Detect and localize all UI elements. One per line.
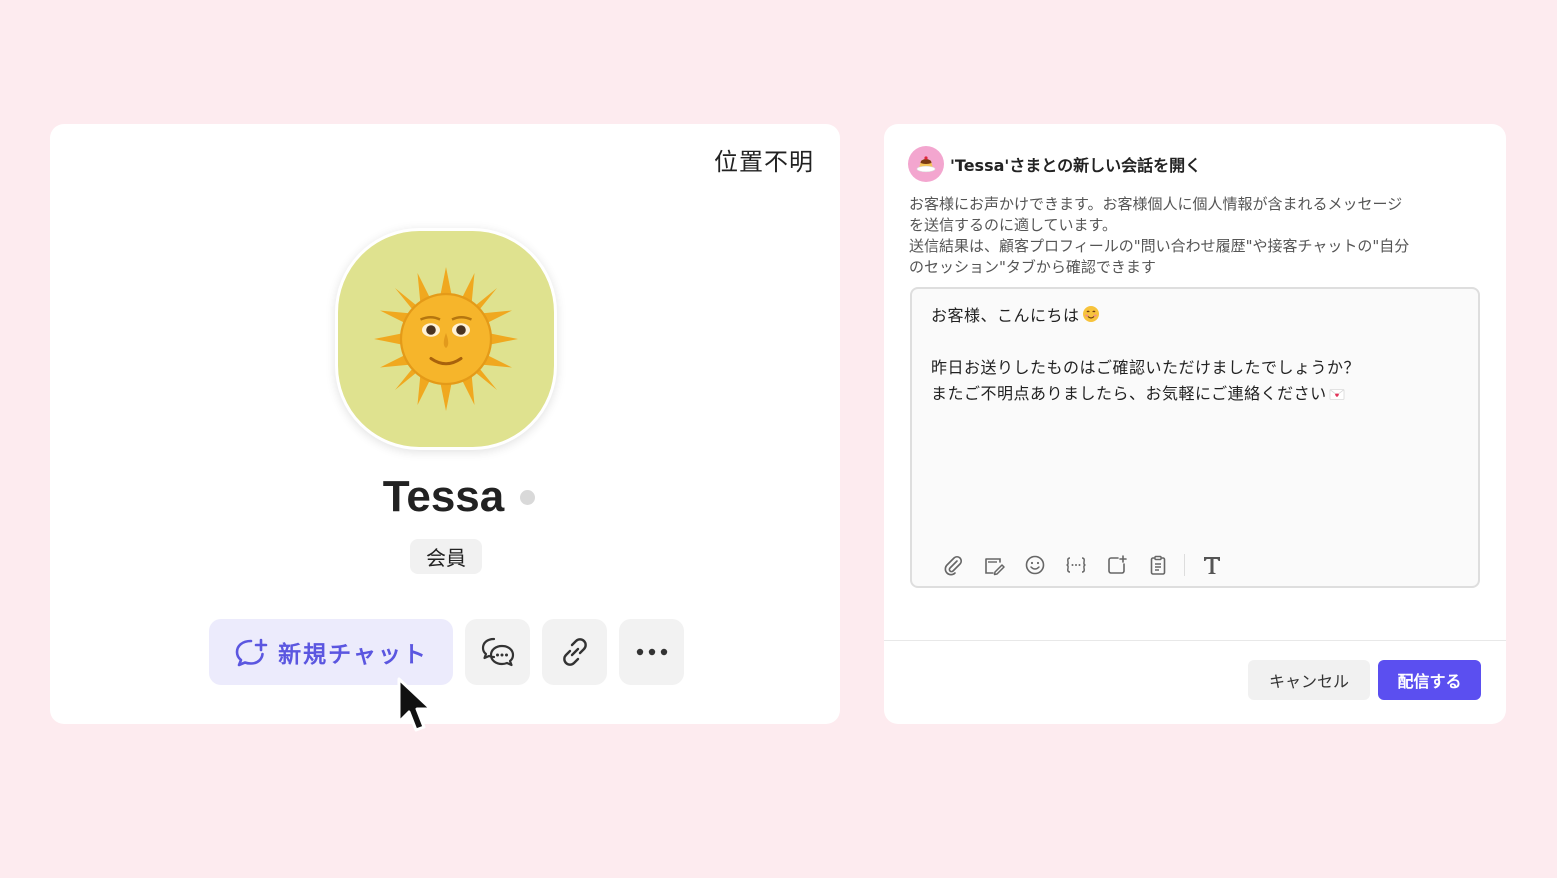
dialog-description: お客様にお声かけできます。お客様個人に個人情報が含まれるメッセージ を送信するの… — [909, 194, 1484, 278]
avatar — [335, 228, 557, 450]
description-line: を送信するのに適しています。 — [909, 216, 1118, 234]
customer-name: Tessa — [382, 472, 505, 521]
copy-link-button[interactable] — [542, 619, 607, 685]
add-image-button[interactable] — [1096, 553, 1137, 577]
variable-icon — [1065, 557, 1086, 573]
add-image-icon — [1107, 555, 1127, 574]
presence-status-dot — [520, 489, 536, 505]
text-format-icon — [1203, 557, 1220, 574]
profile-actions: 新規チャット — [209, 619, 684, 685]
insert-variable-button[interactable] — [1055, 553, 1096, 577]
clipboard-button[interactable] — [1137, 553, 1178, 577]
description-line: 送信結果は、顧客プロフィールの"問い合わせ履歴"や接客チャットの"自分 — [909, 237, 1410, 255]
name-row: Tessa — [50, 472, 840, 522]
emoji-button[interactable] — [1014, 553, 1055, 577]
header-avatar — [908, 146, 944, 182]
attach-file-button[interactable] — [932, 553, 973, 577]
more-button[interactable] — [619, 619, 684, 685]
message-line: 昨日お送りしたものはご確認いただけましたでしょうか？ — [931, 358, 1361, 377]
pudding-icon — [916, 156, 936, 173]
description-line: のセッション"タブから確認できます — [909, 258, 1156, 276]
editor-toolbar — [932, 553, 1232, 577]
smiling-face-emoji-icon — [1082, 306, 1099, 322]
mouse-cursor-icon — [397, 677, 433, 732]
message-text[interactable]: お客様、こんにちは 昨日お送りしたものはご確認いただけましたでしょうか？ またご… — [931, 303, 1462, 407]
attachment-icon — [944, 555, 962, 576]
dialog-title: 'Tessa'さまとの新しい会話を開く — [950, 156, 1202, 175]
clipboard-icon — [1150, 555, 1165, 575]
dialog-footer-divider — [884, 640, 1506, 641]
send-button[interactable]: 配信する — [1378, 660, 1481, 700]
description-line: お客様にお声かけできます。お客様個人に個人情報が含まれるメッセージ — [909, 195, 1403, 213]
message-editor[interactable]: お客様、こんにちは 昨日お送りしたものはご確認いただけましたでしょうか？ またご… — [910, 287, 1480, 588]
link-icon — [562, 638, 587, 666]
cancel-button[interactable]: キャンセル — [1248, 660, 1370, 700]
message-line: お客様、こんにちは — [931, 303, 1462, 329]
chat-bubbles-icon — [481, 637, 514, 667]
love-letter-emoji-icon — [1329, 389, 1345, 400]
chat-history-button[interactable] — [465, 619, 530, 685]
more-dots-icon — [636, 648, 667, 656]
sun-with-face-icon — [374, 267, 518, 411]
chat-add-icon — [235, 638, 268, 667]
dialog-header: 'Tessa'さまとの新しい会話を開く — [908, 146, 1201, 182]
template-icon — [984, 558, 1005, 576]
message-line: またご不明点ありましたら、お気軽にご連絡ください — [931, 381, 1462, 407]
text-format-button[interactable] — [1191, 553, 1232, 577]
location-label: 位置不明 — [714, 148, 814, 176]
customer-profile-card: 位置不明 Tessa 会員 新規チャット — [50, 124, 840, 724]
emoji-icon — [1025, 555, 1044, 575]
message-line — [931, 329, 1462, 355]
new-conversation-dialog: 'Tessa'さまとの新しい会話を開く お客様にお声かけできます。お客様個人に個… — [884, 124, 1506, 724]
template-button[interactable] — [973, 553, 1014, 577]
new-chat-label: 新規チャット — [278, 642, 428, 668]
toolbar-divider — [1184, 554, 1185, 576]
member-tag: 会員 — [410, 539, 482, 574]
